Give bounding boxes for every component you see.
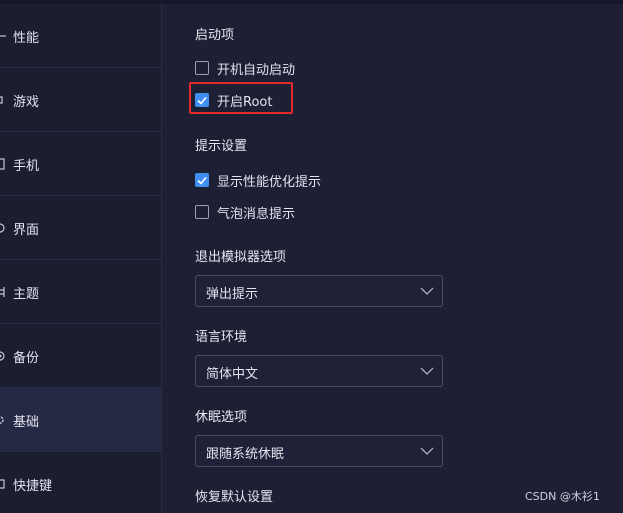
sidebar-item-label: 性能 xyxy=(13,31,40,46)
sidebar-item-label: 基础 xyxy=(13,415,40,430)
chevron-down-icon xyxy=(420,447,434,455)
exit-option-value: 弹出提示 xyxy=(206,287,259,302)
chevron-down-icon xyxy=(420,287,434,295)
sidebar-item-label: 快捷键 xyxy=(13,479,53,494)
language-section-title: 语言环境 xyxy=(195,330,248,345)
startup-section-title: 启动项 xyxy=(195,28,235,43)
sidebar-item-backup[interactable]: 备份 xyxy=(0,324,161,388)
sidebar-item-label: 游戏 xyxy=(13,95,40,110)
root-checkbox[interactable] xyxy=(195,93,209,107)
sidebar: 性能 游戏 手机 界面 主题 备份 基础 快捷键 xyxy=(0,4,162,513)
checkmark-icon xyxy=(197,96,207,105)
backup-icon xyxy=(0,350,6,362)
game-icon xyxy=(0,94,6,106)
reset-section-title: 恢复默认设置 xyxy=(195,490,274,505)
sidebar-item-label: 手机 xyxy=(13,159,40,174)
tips-section-title: 提示设置 xyxy=(195,139,248,154)
bubble-tips-checkbox-row[interactable]: 气泡消息提示 xyxy=(195,202,295,222)
perf-tips-checkbox[interactable] xyxy=(195,173,209,187)
sleep-option-select[interactable]: 跟随系统休眠 xyxy=(195,435,443,467)
phone-icon xyxy=(0,158,6,170)
sleep-section-title: 休眠选项 xyxy=(195,410,248,425)
chevron-down-icon xyxy=(420,367,434,375)
sidebar-item-basic[interactable]: 基础 xyxy=(0,388,161,452)
root-label: 开启Root xyxy=(217,94,273,110)
perf-tips-checkbox-row[interactable]: 显示性能优化提示 xyxy=(195,170,321,190)
sidebar-item-label: 界面 xyxy=(13,223,40,238)
sidebar-item-phone[interactable]: 手机 xyxy=(0,132,161,196)
settings-window: 性能 游戏 手机 界面 主题 备份 基础 快捷键 启动项 开机自动启动 开启Ro… xyxy=(0,0,623,513)
exit-section-title: 退出模拟器选项 xyxy=(195,250,287,265)
autostart-checkbox[interactable] xyxy=(195,61,209,75)
performance-icon xyxy=(0,30,6,42)
bubble-tips-label: 气泡消息提示 xyxy=(217,206,296,222)
sidebar-item-game[interactable]: 游戏 xyxy=(0,68,161,132)
keyboard-icon xyxy=(0,478,6,490)
sidebar-item-label: 备份 xyxy=(13,351,40,366)
sleep-option-value: 跟随系统休眠 xyxy=(206,447,285,462)
bubble-tips-checkbox[interactable] xyxy=(195,205,209,219)
language-select[interactable]: 简体中文 xyxy=(195,355,443,387)
settings-panel: 启动项 开机自动启动 开启Root 提示设置 显示性能优化提示 气泡消息提示 退… xyxy=(163,4,623,513)
sidebar-item-hotkeys[interactable]: 快捷键 xyxy=(0,452,161,513)
sidebar-item-label: 主题 xyxy=(13,287,40,302)
root-checkbox-row[interactable]: 开启Root xyxy=(195,90,272,110)
perf-tips-label: 显示性能优化提示 xyxy=(217,174,322,190)
sidebar-item-theme[interactable]: 主题 xyxy=(0,260,161,324)
sidebar-item-interface[interactable]: 界面 xyxy=(0,196,161,260)
sidebar-item-performance[interactable]: 性能 xyxy=(0,4,161,68)
autostart-label: 开机自动启动 xyxy=(217,62,296,78)
language-value: 简体中文 xyxy=(206,367,259,382)
exit-option-select[interactable]: 弹出提示 xyxy=(195,275,443,307)
watermark-text: CSDN @木衫1 xyxy=(525,490,600,503)
checkmark-icon xyxy=(197,176,207,185)
interface-icon xyxy=(0,222,6,234)
autostart-checkbox-row[interactable]: 开机自动启动 xyxy=(195,58,295,78)
gear-icon xyxy=(0,414,6,426)
theme-icon xyxy=(0,286,6,298)
